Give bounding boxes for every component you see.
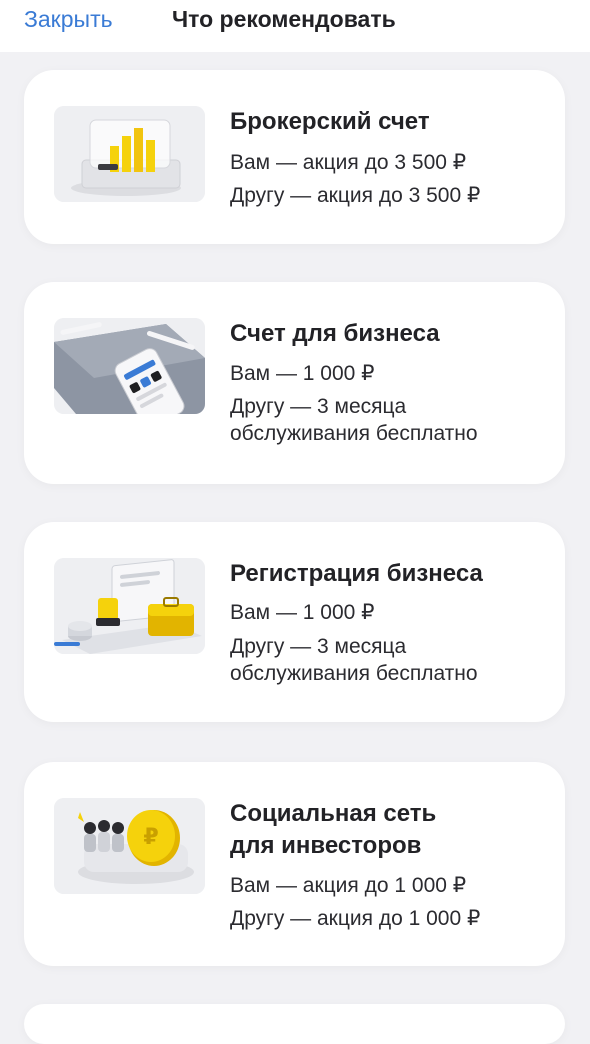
card-reward-friend: Другу — 3 месяца обслуживания бесплатно bbox=[230, 395, 478, 445]
close-button[interactable]: Закрыть bbox=[24, 4, 113, 34]
recommend-card-business-registration[interactable]: Регистрация бизнеса Вам — 1 000 ₽ Другу … bbox=[24, 522, 565, 722]
card-reward-friend: Другу — акция до 1 000 ₽ bbox=[230, 907, 481, 930]
documents-stamp-briefcase-illustration bbox=[54, 558, 205, 654]
card-reward-you: Вам — акция до 3 500 ₽ bbox=[230, 151, 467, 174]
card-reward-friend: Другу — акция до 3 500 ₽ bbox=[230, 184, 481, 207]
card-reward-friend: Другу — 3 месяца обслуживания бесплатно bbox=[230, 635, 478, 685]
card-reward-you: Вам — 1 000 ₽ bbox=[230, 362, 375, 385]
recommend-card-partial[interactable] bbox=[24, 1004, 565, 1044]
top-bar: Закрыть Что рекомендовать bbox=[0, 0, 590, 52]
people-coin-illustration: ₽ bbox=[54, 798, 205, 894]
svg-text:₽: ₽ bbox=[143, 825, 158, 850]
stock-chart-stand-illustration bbox=[54, 106, 205, 202]
recommend-card-brokerage[interactable]: Брокерский счет Вам — акция до 3 500 ₽ Д… bbox=[24, 70, 565, 244]
tablet-phone-pen-illustration bbox=[54, 318, 205, 414]
card-title: Социальная сеть для инвесторов bbox=[230, 800, 437, 859]
page-title: Что рекомендовать bbox=[172, 6, 396, 32]
recommend-card-investor-social-network[interactable]: ₽ Социальная сеть для инвесторов Вам — а… bbox=[24, 762, 565, 966]
card-title: Брокерский счет bbox=[230, 108, 430, 135]
card-reward-you: Вам — акция до 1 000 ₽ bbox=[230, 874, 467, 897]
card-title: Регистрация бизнеса bbox=[230, 560, 483, 587]
recommend-card-business-account[interactable]: Счет для бизнеса Вам — 1 000 ₽ Другу — 3… bbox=[24, 282, 565, 484]
card-title: Счет для бизнеса bbox=[230, 320, 440, 347]
card-reward-you: Вам — 1 000 ₽ bbox=[230, 601, 375, 624]
